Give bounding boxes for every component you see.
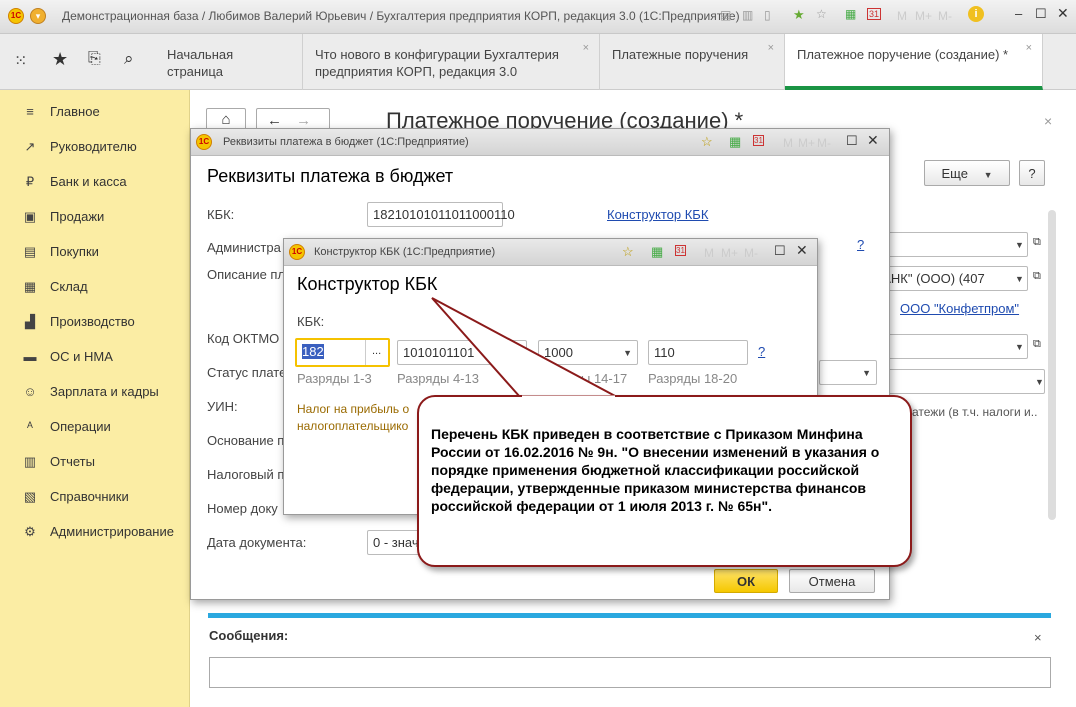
callout-pointer-cover <box>522 395 615 399</box>
